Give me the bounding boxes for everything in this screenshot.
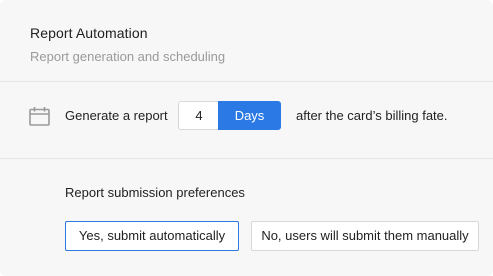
generate-report-row: Generate a report 4 Days after the card’… <box>0 82 493 159</box>
report-automation-card: Report Automation Report generation and … <box>0 0 493 276</box>
submit-manually-option[interactable]: No, users will submit them manually <box>251 221 479 251</box>
days-unit-button[interactable]: Days <box>218 101 281 130</box>
submit-automatically-option[interactable]: Yes, submit automatically <box>65 221 239 251</box>
card-title: Report Automation <box>30 25 148 41</box>
billing-date-suffix: after the card’s billing fate. <box>296 108 448 123</box>
card-subtitle: Report generation and scheduling <box>30 49 226 64</box>
card-header: Report Automation Report generation and … <box>0 0 493 82</box>
calendar-icon <box>29 107 50 126</box>
report-count-input[interactable]: 4 <box>178 101 219 130</box>
submission-preferences-label: Report submission preferences <box>65 185 245 200</box>
generate-report-label: Generate a report <box>65 108 168 123</box>
